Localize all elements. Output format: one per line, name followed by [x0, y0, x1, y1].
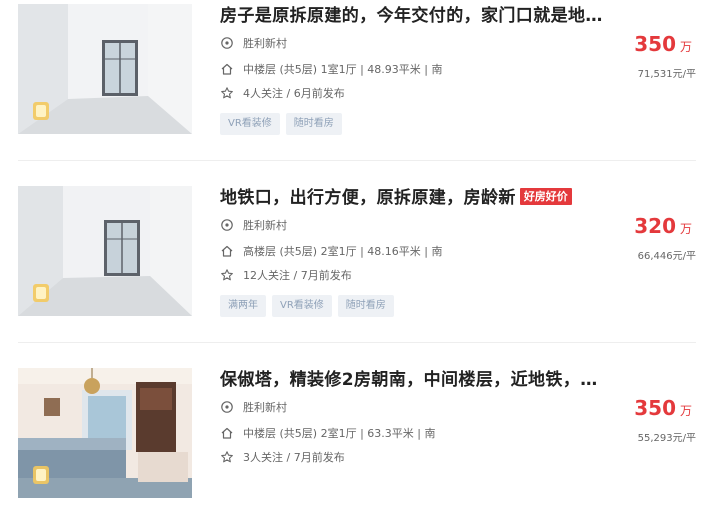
- total-price: 320 万: [634, 214, 692, 238]
- location-pin-icon: [220, 400, 234, 414]
- tag-list: 满两年 VR看装修 随时看房: [220, 293, 400, 317]
- hot-deal-badge: 好房好价: [519, 188, 572, 205]
- total-price: 350 万: [634, 396, 692, 420]
- listing-card[interactable]: 地铁口，出行方便，原拆原建，房龄新 好房好价 胜利新村 高楼层 (共5层) 2室1…: [0, 182, 720, 332]
- tag-list: VR看装修 随时看房: [220, 111, 348, 135]
- listing-title[interactable]: 房子是原拆原建的，今年交付的，家门口就是地…: [220, 1, 603, 26]
- house-icon: [220, 426, 234, 440]
- tag: 随时看房: [337, 295, 394, 317]
- tag: 随时看房: [285, 113, 342, 135]
- house-info: 中楼层 (共5层) 2室1厅 | 63.3平米 | 南: [220, 425, 435, 441]
- tag: VR看装修: [220, 113, 280, 135]
- listing-photo[interactable]: [18, 186, 192, 316]
- listing-card[interactable]: 房子是原拆原建的，今年交付的，家门口就是地… 胜利新村 中楼层 (共5层) 1室…: [0, 0, 720, 150]
- community-link[interactable]: 胜利新村: [220, 399, 287, 415]
- divider: [18, 160, 696, 161]
- follow-info: 12人关注 / 7月前发布: [220, 267, 352, 283]
- unit-price: 55,293元/平: [637, 433, 696, 444]
- house-info: 中楼层 (共5层) 1室1厅 | 48.93平米 | 南: [220, 61, 442, 77]
- house-info: 高楼层 (共5层) 2室1厅 | 48.16平米 | 南: [220, 243, 442, 259]
- divider: [18, 342, 696, 343]
- listing-title[interactable]: 保俶塔，精装修2房朝南，中间楼层，近地铁，…: [220, 365, 598, 390]
- vr-badge-icon: [32, 100, 50, 122]
- vr-badge-icon: [32, 464, 50, 486]
- location-pin-icon: [220, 218, 234, 232]
- location-pin-icon: [220, 36, 234, 50]
- star-icon: [220, 86, 234, 100]
- star-icon: [220, 268, 234, 282]
- vr-badge-icon: [32, 282, 50, 304]
- listing-photo[interactable]: [18, 4, 192, 134]
- tag: 满两年: [220, 295, 266, 317]
- total-price: 350 万: [634, 32, 692, 56]
- unit-price: 66,446元/平: [637, 251, 696, 262]
- follow-info: 3人关注 / 7月前发布: [220, 449, 345, 465]
- unit-price: 71,531元/平: [637, 69, 696, 80]
- community-link[interactable]: 胜利新村: [220, 217, 287, 233]
- tag: VR看装修: [272, 295, 332, 317]
- house-icon: [220, 62, 234, 76]
- house-icon: [220, 244, 234, 258]
- star-icon: [220, 450, 234, 464]
- listing-title[interactable]: 地铁口，出行方便，原拆原建，房龄新 好房好价: [220, 183, 572, 208]
- listing-list: 房子是原拆原建的，今年交付的，家门口就是地… 胜利新村 中楼层 (共5层) 1室…: [0, 0, 720, 498]
- community-link[interactable]: 胜利新村: [220, 35, 287, 51]
- follow-info: 4人关注 / 6月前发布: [220, 85, 345, 101]
- listing-card[interactable]: 保俶塔，精装修2房朝南，中间楼层，近地铁，… 胜利新村 中楼层 (共5层) 2室…: [0, 364, 720, 514]
